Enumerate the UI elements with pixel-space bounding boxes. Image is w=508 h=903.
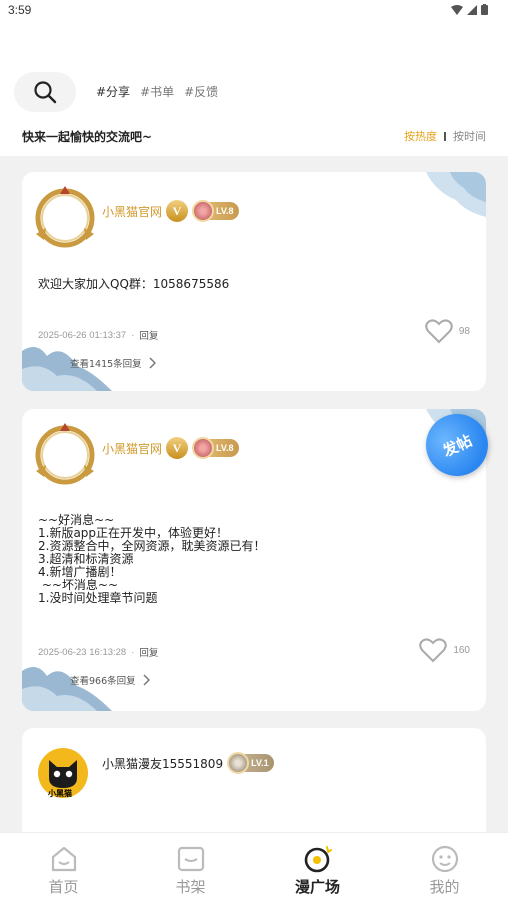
chevron-right-icon [143, 674, 150, 686]
username[interactable]: 小黑猫官网 [102, 440, 162, 457]
wifi-icon [451, 4, 463, 15]
like-count: 98 [458, 326, 470, 337]
post-card[interactable]: 小黑猫 小黑猫漫友15551809 LV.1 [22, 728, 486, 832]
signal-icon [467, 4, 477, 15]
post-content[interactable]: 欢迎大家加入QQ群：1058675586 [38, 278, 229, 291]
level-gem-icon [192, 200, 215, 222]
post-meta: 2025-06-23 16:13:28 · 回复 [38, 645, 159, 660]
avatar[interactable] [32, 184, 98, 250]
post-author: 小黑猫漫友15551809 LV.1 [102, 752, 274, 774]
heart-icon [425, 319, 453, 344]
chevron-right-icon [149, 357, 156, 369]
status-time: 3:59 [8, 3, 32, 17]
like-button[interactable]: 98 [425, 319, 470, 344]
home-icon [51, 846, 76, 872]
header: #分享 #书单 #反馈 快来一起愉快的交流吧~ 按热度 按时间 [0, 24, 508, 156]
search-icon [34, 81, 57, 104]
post-card[interactable]: 小黑猫官网 V LV.8 欢迎大家加入QQ群：1058675586 2025-0… [22, 172, 486, 391]
heart-icon [419, 638, 448, 663]
bookshelf-icon [177, 846, 204, 872]
status-bar: 3:59 [0, 0, 508, 24]
username[interactable]: 小黑猫漫友15551809 [102, 755, 223, 772]
post-date: 2025-06-26 01:13:37 [38, 329, 127, 341]
tag-feedback[interactable]: #反馈 [184, 83, 218, 100]
post-card[interactable]: 小黑猫官网 V LV.8 ~~好消息~~ 1.新版app正在开发中，体验更好！ … [22, 409, 486, 711]
level-badge: LV.1 [227, 752, 274, 774]
reply-button[interactable]: 回复 [139, 328, 158, 342]
battery-icon [481, 4, 488, 15]
tab-plaza[interactable]: 漫广场 [254, 833, 381, 903]
tab-profile[interactable]: 我的 [381, 833, 508, 903]
like-button[interactable]: 160 [419, 638, 470, 663]
status-icons [451, 4, 488, 15]
profile-icon [431, 845, 458, 873]
post-feed[interactable]: 小黑猫官网 V LV.8 欢迎大家加入QQ群：1058675586 2025-0… [0, 156, 508, 832]
tab-bookshelf[interactable]: 书架 [127, 833, 254, 903]
sort-by-hot[interactable]: 按热度 [404, 128, 437, 144]
post-meta: 2025-06-26 01:13:37 · 回复 [38, 328, 159, 343]
tag-share[interactable]: #分享 [96, 83, 130, 100]
bottom-tabbar: 首页 书架 漫广场 我的 [0, 832, 508, 903]
view-replies-link[interactable]: 查看966条回复 [70, 673, 150, 687]
tag-booklist[interactable]: #书单 [140, 83, 174, 100]
plaza-icon [304, 846, 332, 873]
level-badge: LV.8 [192, 200, 239, 222]
post-date: 2025-06-23 16:13:28 [38, 646, 127, 658]
sort-toggle: 按热度 按时间 [404, 128, 486, 144]
topic-tags: #分享 #书单 #反馈 [96, 83, 218, 100]
verified-badge: V [166, 200, 189, 222]
like-count: 160 [453, 645, 470, 656]
tab-home[interactable]: 首页 [0, 833, 127, 903]
post-author: 小黑猫官网 V LV.8 [102, 200, 239, 222]
slogan: 快来一起愉快的交流吧~ [22, 130, 153, 144]
level-gem-icon [192, 437, 215, 459]
reply-button[interactable]: 回复 [139, 645, 158, 659]
verified-badge: V [166, 437, 189, 459]
level-gem-icon [227, 752, 250, 774]
view-replies-link[interactable]: 查看1415条回复 [70, 356, 156, 370]
cloud-decoration [426, 172, 486, 217]
search-button[interactable] [14, 72, 76, 112]
avatar-text: 小黑猫 [48, 789, 72, 798]
username[interactable]: 小黑猫官网 [102, 203, 162, 220]
post-author: 小黑猫官网 V LV.8 [102, 437, 239, 459]
level-badge: LV.8 [192, 437, 239, 459]
avatar[interactable] [32, 421, 98, 487]
post-content[interactable]: ~~好消息~~ 1.新版app正在开发中，体验更好！ 2.资源整合中，全网资源，… [38, 514, 265, 605]
sort-divider [444, 131, 446, 141]
sort-by-time[interactable]: 按时间 [453, 128, 486, 144]
